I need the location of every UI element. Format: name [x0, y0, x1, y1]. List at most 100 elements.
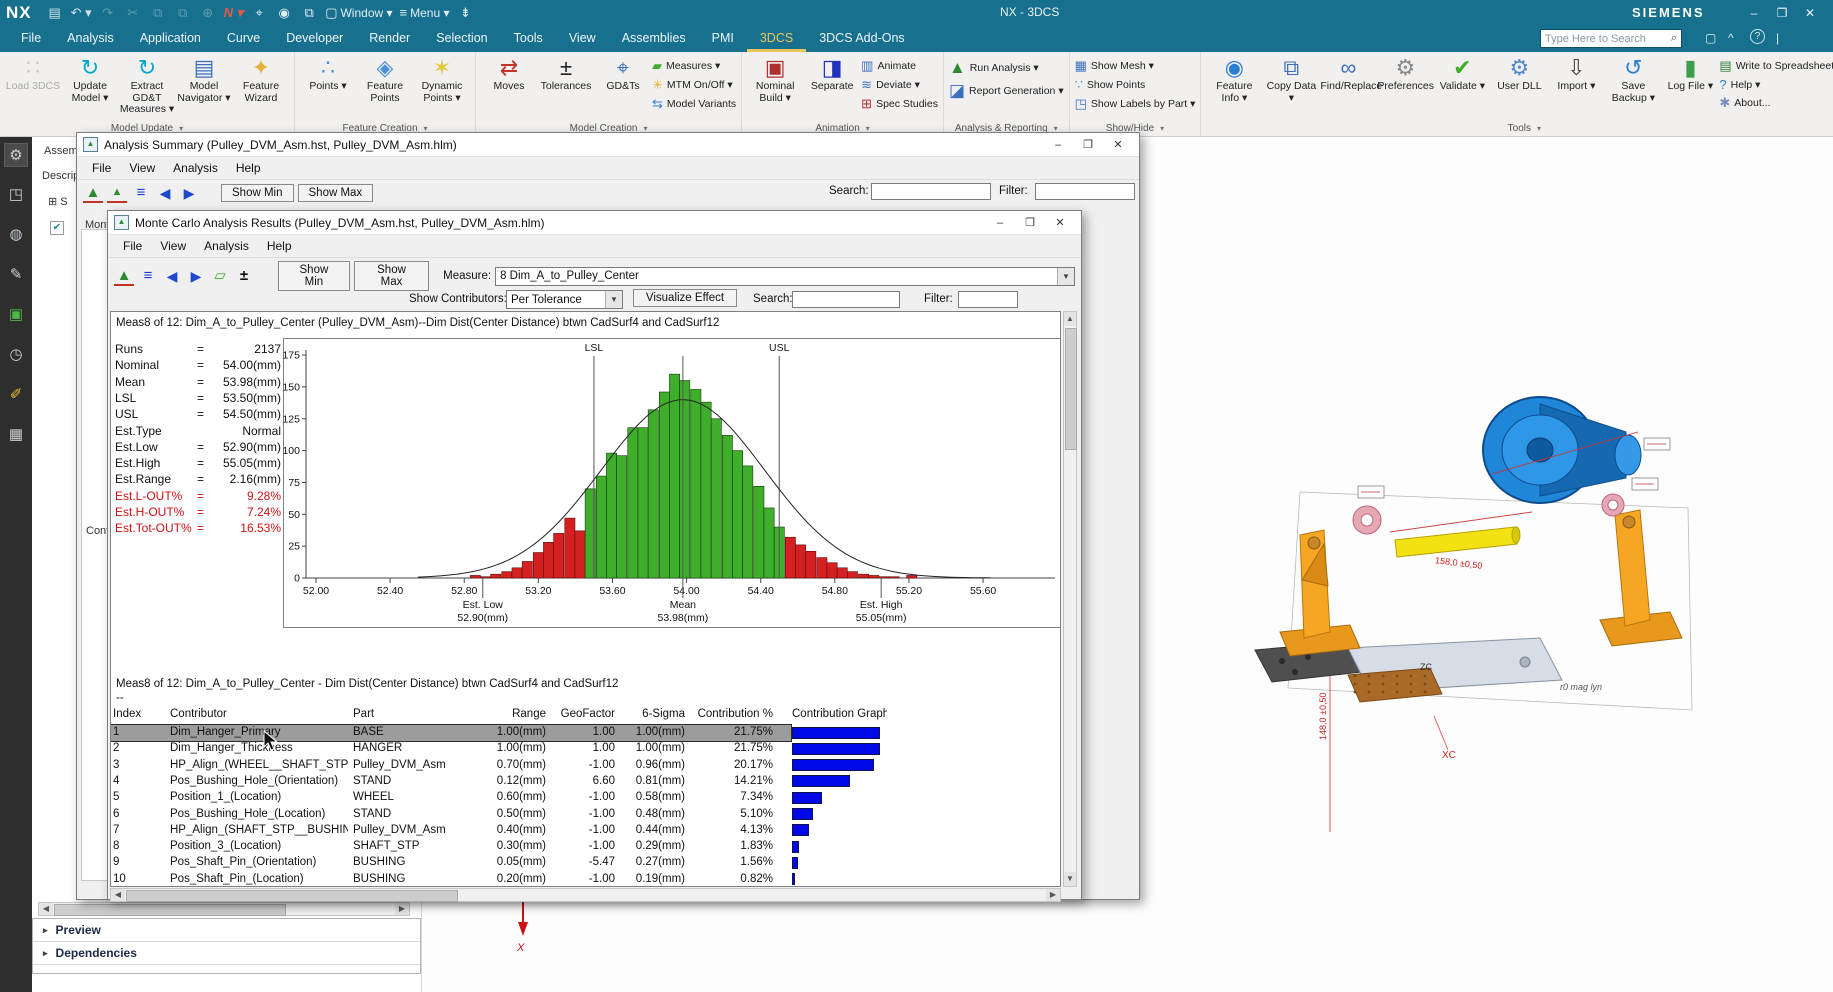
redo-icon[interactable]: ↷	[97, 3, 119, 23]
tab-developer[interactable]: Developer	[273, 26, 356, 52]
command-search-input[interactable]: Type Here to Search ⌕	[1540, 29, 1682, 48]
mc-horizontal-scrollbar[interactable]: ◀ ▶	[110, 888, 1061, 902]
section-preview[interactable]: ▸Preview	[33, 919, 420, 942]
menu-help[interactable]: Help	[227, 159, 270, 177]
ribbon-log-file[interactable]: ▮Log File ▾	[1662, 54, 1718, 93]
contributors-combo[interactable]: Per Tolerance ▼	[506, 290, 623, 309]
close-button[interactable]: ✕	[1045, 212, 1075, 234]
list-view-icon[interactable]: ≡	[138, 266, 158, 286]
pulley-assembly-model[interactable]	[1240, 380, 1800, 850]
histogram-small-icon[interactable]: ▲	[107, 184, 127, 203]
scroll-thumb[interactable]	[1065, 328, 1077, 450]
mc-filter-input[interactable]	[958, 291, 1018, 308]
minimize-button[interactable]: –	[1043, 134, 1073, 156]
expand-arrow-icon[interactable]: ▸	[43, 948, 48, 959]
nav-horizontal-scrollbar[interactable]: ◀ ▶	[38, 902, 410, 916]
column-header-6-sigma[interactable]: 6-Sigma	[605, 708, 685, 720]
menu-help[interactable]: Help	[258, 237, 301, 255]
previous-measure-icon[interactable]: ◀	[162, 266, 182, 286]
tab-tools[interactable]: Tools	[501, 26, 556, 52]
ribbon-help[interactable]: ?Help ▾	[1719, 77, 1833, 92]
as-show-min-button[interactable]: Show Min	[221, 184, 294, 202]
sidebar-part-icon[interactable]: ◍	[4, 223, 28, 247]
ribbon-update-model[interactable]: ↻Update Model ▾	[62, 54, 118, 104]
help-icon[interactable]: ?	[1750, 29, 1765, 44]
analysis-summary-titlebar[interactable]: ▲ Analysis Summary (Pulley_DVM_Asm.hst, …	[77, 133, 1139, 157]
sidebar-assembly-icon[interactable]: ◳	[4, 183, 28, 207]
ribbon-save-backup[interactable]: ↺Save Backup ▾	[1605, 54, 1661, 104]
menu-analysis[interactable]: Analysis	[164, 159, 227, 177]
column-header-range[interactable]: Range	[466, 708, 546, 720]
ribbon-write-to-spreadsheet[interactable]: ▤Write to Spreadsheet ▾	[1719, 58, 1833, 74]
scroll-right-icon[interactable]: ▶	[1046, 889, 1060, 901]
maximize-button[interactable]: ❐	[1073, 134, 1103, 156]
minimize-button[interactable]: –	[1740, 0, 1768, 26]
scroll-thumb[interactable]	[54, 904, 286, 916]
sidebar-sketch-icon[interactable]: ✎	[4, 263, 28, 287]
group-dialog-launcher-icon[interactable]: ▾	[1160, 124, 1164, 133]
tab-analysis[interactable]: Analysis	[54, 26, 127, 52]
as-show-max-button[interactable]: Show Max	[298, 184, 374, 202]
mc-show-max-button[interactable]: Show Max	[354, 261, 429, 291]
as-filter-input[interactable]	[1035, 183, 1135, 200]
tab-pmi[interactable]: PMI	[699, 26, 747, 52]
scroll-left-icon[interactable]: ◀	[111, 889, 125, 901]
tab-view[interactable]: View	[556, 26, 609, 52]
mc-show-min-button[interactable]: Show Min	[278, 261, 350, 291]
command-assist-icon[interactable]: ◉	[273, 3, 295, 23]
histogram-view-icon[interactable]: ▲	[83, 184, 103, 203]
chevron-down-icon[interactable]: ▼	[605, 291, 622, 308]
scroll-down-icon[interactable]: ▼	[1064, 872, 1076, 886]
ribbon-tolerances[interactable]: ±Tolerances	[538, 54, 594, 93]
visualize-effect-button[interactable]: Visualize Effect	[633, 289, 737, 307]
ribbon-deviate[interactable]: ≋Deviate ▾	[861, 77, 938, 93]
ribbon-run-analysis[interactable]: ▲Run Analysis ▾	[949, 58, 1064, 78]
minimize-ribbon-icon[interactable]: ⇟	[455, 3, 477, 23]
group-dialog-launcher-icon[interactable]: ▾	[1537, 124, 1541, 133]
minimize-button[interactable]: –	[985, 212, 1015, 234]
scroll-right-icon[interactable]: ▶	[395, 903, 409, 915]
sidebar-settings-icon[interactable]: ⚙	[4, 143, 28, 167]
menu-file[interactable]: File	[83, 159, 120, 177]
column-header-index[interactable]: Index	[113, 708, 157, 720]
sidebar-display-icon[interactable]: ▣	[4, 303, 28, 327]
ribbon-feature-info[interactable]: ◉Feature Info ▾	[1206, 54, 1262, 104]
menu-view[interactable]: View	[120, 159, 164, 177]
ribbon-nominal-build[interactable]: ▣Nominal Build ▾	[747, 54, 803, 104]
ribbon-moves[interactable]: ⇄Moves	[481, 54, 537, 93]
tolerance-icon[interactable]: ±	[234, 266, 254, 286]
ribbon-dynamic-points[interactable]: ✶Dynamic Points ▾	[414, 54, 470, 104]
restore-button[interactable]: ❐	[1768, 0, 1796, 26]
ribbon-measures[interactable]: ▰Measures ▾	[652, 58, 736, 74]
scroll-up-icon[interactable]: ▲	[1064, 312, 1076, 326]
next-measure-icon[interactable]: ▶	[179, 183, 199, 203]
ribbon-feature-wizard[interactable]: ✦Feature Wizard	[233, 54, 289, 104]
ribbon-spec-studies[interactable]: ⊞Spec Studies	[861, 96, 938, 112]
scroll-left-icon[interactable]: ◀	[39, 903, 53, 915]
tab-3dcs[interactable]: 3DCS	[747, 26, 806, 52]
ribbon-validate[interactable]: ✔Validate ▾	[1434, 54, 1490, 93]
nav-checkbox[interactable]: ✔	[50, 221, 64, 235]
scroll-thumb[interactable]	[126, 890, 458, 902]
ribbon-user-dll[interactable]: ⚙User DLL	[1491, 54, 1547, 93]
menu-file[interactable]: File	[114, 237, 151, 255]
fullscreen-icon[interactable]: ▢	[1705, 31, 1716, 45]
journal-icon[interactable]: N ▾	[222, 3, 246, 23]
menu-analysis[interactable]: Analysis	[195, 237, 258, 255]
ribbon-feature-points[interactable]: ◈Feature Points	[357, 54, 413, 104]
cut-icon[interactable]: ✂	[122, 3, 144, 23]
column-header-geofactor[interactable]: GeoFactor	[535, 708, 615, 720]
copy-icon[interactable]: ⧉	[147, 3, 169, 23]
measure-combo[interactable]: 8 Dim_A_to_Pulley_Center ▼	[495, 267, 1075, 286]
sidebar-grid-icon[interactable]: ▦	[4, 423, 28, 447]
maximize-button[interactable]: ❐	[1015, 212, 1045, 234]
mc-vertical-scrollbar[interactable]: ▲ ▼	[1063, 311, 1077, 887]
monte-carlo-titlebar[interactable]: ▲ Monte Carlo Analysis Results (Pulley_D…	[108, 211, 1081, 235]
tab-3dcs-add-ons[interactable]: 3DCS Add-Ons	[806, 26, 917, 52]
ribbon-model-navigator[interactable]: ▤Model Navigator ▾	[176, 54, 232, 104]
ribbon-separate[interactable]: ◨Separate	[804, 54, 860, 93]
microphone-icon[interactable]: ⌖	[248, 3, 270, 23]
ribbon-preferences[interactable]: ⚙Preferences	[1377, 54, 1433, 93]
next-measure-icon[interactable]: ▶	[186, 266, 206, 286]
close-button[interactable]: ✕	[1796, 0, 1824, 26]
